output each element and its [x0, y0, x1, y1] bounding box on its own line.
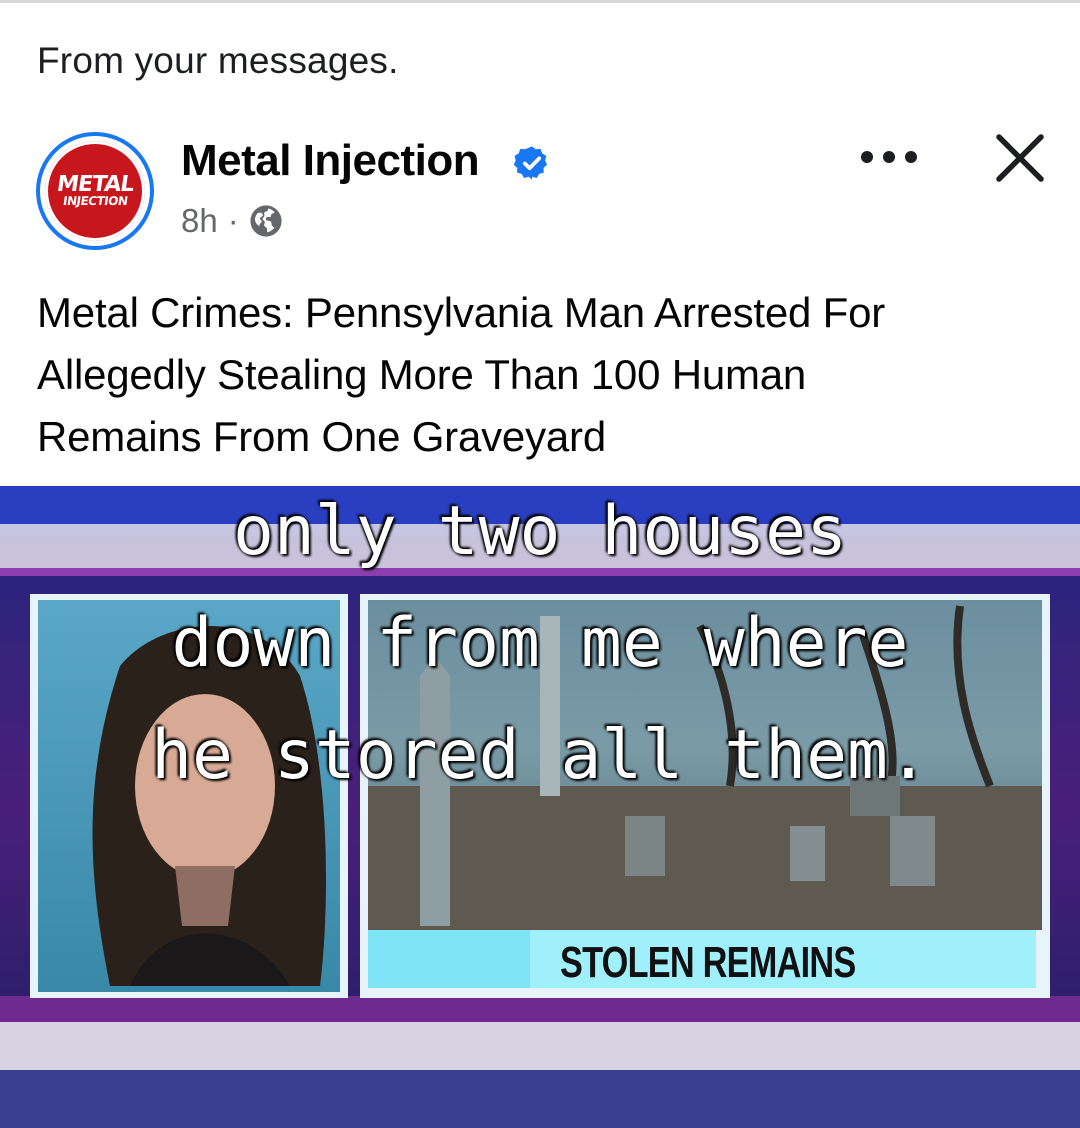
post-header: METAL INJECTION Metal Injection 8h · [36, 132, 1046, 262]
context-label: From your messages. [37, 40, 399, 81]
meme-caption-line: only two houses [232, 492, 848, 571]
news-lower-third: STOLEN REMAINS [560, 938, 856, 987]
news-broadcast-graphic [0, 486, 1080, 1128]
post-media-image[interactable]: only two houses down from me where he st… [0, 486, 1080, 1128]
close-icon[interactable] [994, 132, 1046, 184]
logo-text-metal: METAL [55, 171, 135, 197]
meme-caption-line: he stored all them. [151, 716, 929, 795]
post-text: Metal Crimes: Pennsylvania Man Arrested … [37, 282, 1037, 468]
post-time[interactable]: 8h [181, 202, 218, 240]
page-avatar[interactable]: METAL INJECTION [36, 132, 154, 250]
globe-icon [250, 205, 282, 237]
more-options-icon[interactable] [860, 146, 918, 168]
post-text-line: Metal Crimes: Pennsylvania Man Arrested … [37, 289, 886, 336]
meme-caption-line: down from me where [171, 604, 909, 683]
post-meta: 8h · [181, 202, 283, 240]
meta-separator: · [227, 202, 239, 239]
post-text-line: Allegedly Stealing More Than 100 Human [37, 351, 807, 398]
top-divider [0, 0, 1080, 3]
page-name[interactable]: Metal Injection [181, 136, 480, 186]
post-text-line: Remains From One Graveyard [37, 413, 606, 460]
metal-injection-logo: METAL INJECTION [45, 141, 145, 241]
verified-badge-icon [513, 146, 548, 180]
logo-text-injection: INJECTION [61, 193, 129, 208]
